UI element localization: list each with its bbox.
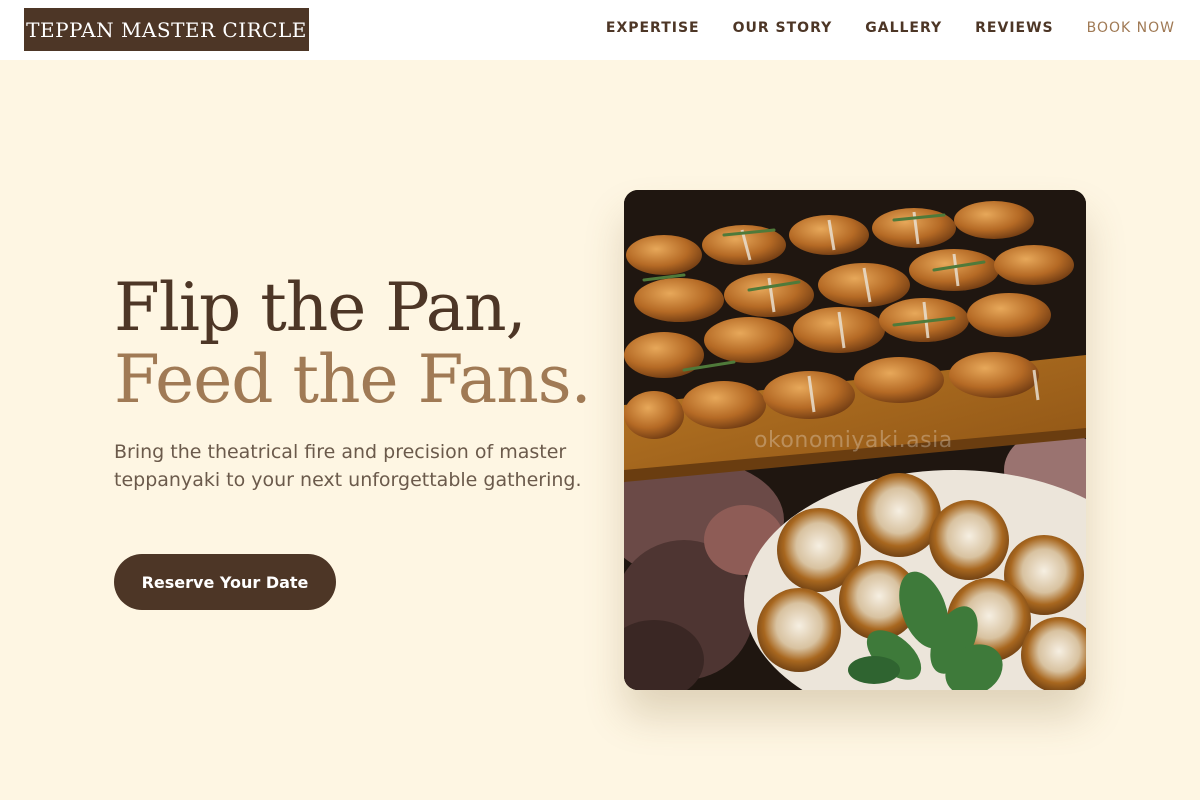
hero-subtitle: Bring the theatrical fire and precision … xyxy=(114,441,582,491)
nav-link-reviews[interactable]: REVIEWS xyxy=(975,20,1053,40)
headline-line-1: Flip the Pan, xyxy=(114,269,527,346)
nav-link-gallery[interactable]: GALLERY xyxy=(865,20,942,40)
reserve-date-button[interactable]: Reserve Your Date xyxy=(114,554,336,610)
nav-link-book-now[interactable]: BOOK NOW xyxy=(1087,20,1175,40)
nav-link-expertise[interactable]: EXPERTISE xyxy=(606,20,700,40)
hero-food-photo: okonomiyaki.asia xyxy=(624,190,1086,690)
site-logo[interactable]: TEPPAN MASTER CIRCLE xyxy=(24,8,309,51)
site-header: TEPPAN MASTER CIRCLE EXPERTISE OUR STORY… xyxy=(0,0,1200,60)
nav-link-our-story[interactable]: OUR STORY xyxy=(733,20,833,40)
image-watermark: okonomiyaki.asia xyxy=(754,428,953,453)
main-nav: EXPERTISE OUR STORY GALLERY REVIEWS BOOK… xyxy=(573,20,1175,40)
headline-line-2: Feed the Fans. xyxy=(114,341,592,418)
hero-headline: Flip the Pan, Feed the Fans. xyxy=(114,269,592,418)
